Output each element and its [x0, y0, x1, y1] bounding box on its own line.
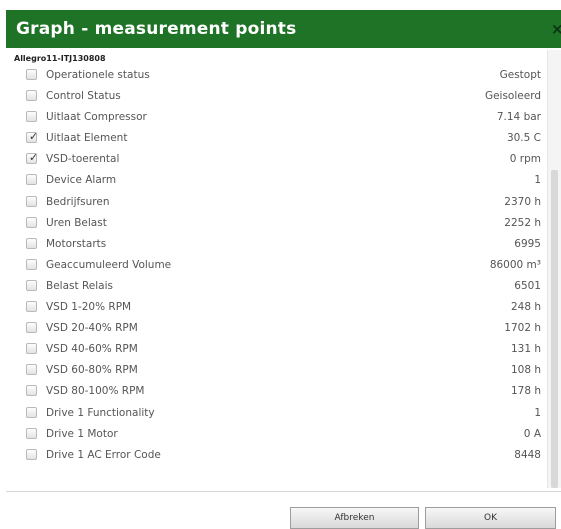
close-icon[interactable]: × [551, 20, 561, 38]
measurement-label: VSD 20-40% RPM [46, 322, 138, 335]
measurement-label: Bedrijfsuren [46, 195, 110, 208]
measurement-label: Control Status [46, 90, 121, 103]
measurement-value: Geisoleerd [484, 90, 541, 103]
measurement-checkbox[interactable] [26, 111, 37, 123]
measurement-label: Motorstarts [46, 237, 107, 250]
dialog-title-bar[interactable]: Graph - measurement points × [6, 10, 561, 48]
measurement-checkbox[interactable] [26, 322, 37, 334]
measurement-row[interactable]: VSD 1-20% RPM 248 h [6, 297, 548, 318]
measurement-label: Uren Belast [46, 216, 107, 229]
measurement-label: VSD-toerental [46, 153, 120, 166]
measurement-value: 1702 h [504, 322, 541, 335]
measurement-row[interactable]: Operationele status Gestopt [6, 65, 548, 86]
measurement-label: Drive 1 AC Error Code [46, 448, 161, 461]
measurement-label: Device Alarm [46, 174, 117, 187]
measurement-label: VSD 80-100% RPM [46, 385, 145, 398]
measurement-label: Operationele status [46, 69, 150, 81]
measurement-value: 7.14 bar [496, 111, 541, 124]
measurement-value: 6995 [514, 237, 541, 250]
measurement-value: 1 [534, 406, 541, 419]
measurement-row[interactable]: Drive 1 Functionality 1 [6, 403, 548, 424]
measurement-row[interactable]: Device Alarm 1 [6, 170, 548, 191]
measurement-points-dialog: Graph - measurement points × Allegro11-I… [0, 0, 561, 529]
measurement-checkbox[interactable]: ✓ [26, 130, 39, 144]
measurement-label: Uitlaat Element [46, 132, 128, 145]
measurement-checkbox[interactable] [26, 90, 37, 102]
measurement-value: 0 A [523, 427, 541, 440]
measurement-value: 2252 h [504, 216, 541, 229]
vertical-scrollbar[interactable] [547, 50, 561, 488]
measurement-label: Uitlaat Compressor [46, 111, 147, 124]
measurement-row[interactable]: Drive 1 AC Error Code 8448 [6, 445, 548, 466]
measurement-value: 108 h [510, 364, 541, 377]
measurement-checkbox[interactable] [26, 237, 37, 249]
measurement-row[interactable]: Drive 1 Motor 0 A [6, 424, 548, 445]
measurement-checkbox[interactable] [26, 258, 37, 270]
measurement-checkbox[interactable] [26, 195, 37, 207]
dialog-title: Graph - measurement points [16, 19, 297, 39]
check-icon: ✓ [29, 130, 39, 144]
check-icon: ✓ [29, 151, 39, 165]
measurement-value: 1 [534, 174, 541, 187]
measurement-checkbox[interactable] [26, 216, 37, 228]
measurement-checkbox[interactable] [26, 69, 37, 80]
measurement-value: 0 rpm [509, 153, 541, 166]
measurement-row[interactable]: Bedrijfsuren 2370 h [6, 192, 548, 213]
measurement-list-panel[interactable]: Allegro11-ITJ130808 Operationele status G… [6, 50, 561, 488]
measurement-label: Belast Relais [46, 279, 113, 292]
measurement-value: 131 h [510, 343, 541, 356]
measurement-row[interactable]: ✓ VSD-toerental 0 rpm [6, 149, 548, 170]
measurement-checkbox[interactable] [26, 343, 37, 355]
measurement-value: 86000 m³ [489, 258, 541, 271]
measurement-checkbox[interactable] [26, 174, 37, 186]
ok-button[interactable]: OK [425, 507, 556, 529]
measurement-value: 6501 [514, 279, 541, 292]
measurement-list: Operationele status Gestopt Control Status… [6, 65, 548, 466]
device-name: Allegro11-ITJ130808 [14, 54, 106, 63]
measurement-row[interactable]: VSD 20-40% RPM 1702 h [6, 318, 548, 339]
measurement-label: Drive 1 Functionality [46, 406, 155, 419]
measurement-row[interactable]: Uren Belast 2252 h [6, 213, 548, 234]
measurement-label: VSD 40-60% RPM [46, 343, 138, 356]
measurement-value: 30.5 C [506, 132, 541, 145]
measurement-checkbox[interactable] [26, 406, 37, 418]
measurement-row[interactable]: Uitlaat Compressor 7.14 bar [6, 107, 548, 128]
measurement-checkbox[interactable] [26, 364, 37, 376]
measurement-value: 248 h [510, 301, 541, 314]
measurement-checkbox[interactable] [26, 427, 37, 439]
measurement-row[interactable]: VSD 80-100% RPM 178 h [6, 381, 548, 402]
measurement-value: 178 h [510, 385, 541, 398]
scrollbar-thumb[interactable] [551, 170, 558, 488]
cancel-button[interactable]: Afbreken [290, 507, 419, 529]
measurement-value: Gestopt [499, 69, 541, 81]
measurement-label: Drive 1 Motor [46, 427, 118, 440]
footer-divider [6, 491, 561, 492]
measurement-label: VSD 1-20% RPM [46, 301, 132, 314]
measurement-checkbox[interactable] [26, 448, 37, 460]
measurement-row[interactable]: ✓ Uitlaat Element 30.5 C [6, 128, 548, 149]
measurement-row[interactable]: Motorstarts 6995 [6, 234, 548, 255]
measurement-checkbox[interactable] [26, 301, 37, 313]
measurement-checkbox[interactable] [26, 279, 37, 291]
measurement-row[interactable]: Geaccumuleerd Volume 86000 m³ [6, 255, 548, 276]
measurement-checkbox[interactable]: ✓ [26, 151, 39, 165]
measurement-row[interactable]: VSD 40-60% RPM 131 h [6, 339, 548, 360]
measurement-label: VSD 60-80% RPM [46, 364, 138, 377]
measurement-checkbox[interactable] [26, 385, 37, 397]
measurement-row[interactable]: Control Status Geisoleerd [6, 86, 548, 107]
measurement-value: 8448 [514, 448, 541, 461]
measurement-row[interactable]: Belast Relais 6501 [6, 276, 548, 297]
measurement-label: Geaccumuleerd Volume [46, 258, 172, 271]
measurement-row[interactable]: VSD 60-80% RPM 108 h [6, 360, 548, 381]
measurement-value: 2370 h [504, 195, 541, 208]
